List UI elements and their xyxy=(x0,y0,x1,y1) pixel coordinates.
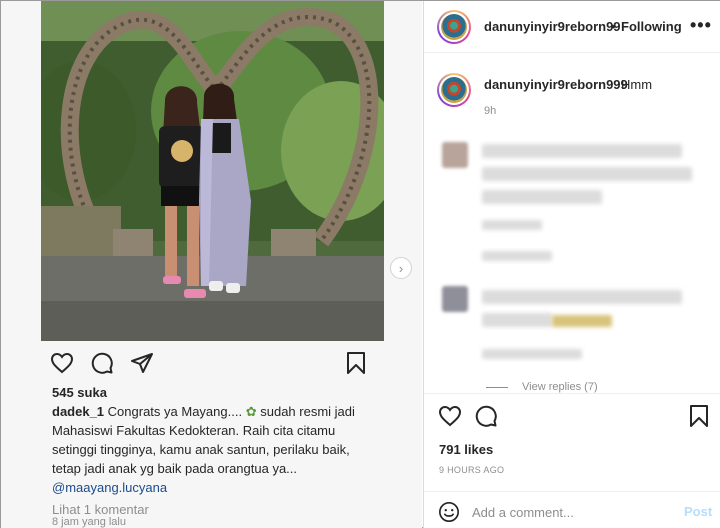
embedded-caption-username: dadek_1 xyxy=(52,404,105,419)
embedded-like-count: 545 suka xyxy=(52,385,107,400)
emoji-icon[interactable] xyxy=(438,501,460,523)
comment-icon xyxy=(89,350,115,376)
blurred-emoji xyxy=(552,315,612,327)
avatar[interactable] xyxy=(437,10,471,44)
view-replies-line xyxy=(486,387,508,388)
caption-avatar-image xyxy=(441,77,467,103)
blurred-meta xyxy=(482,220,542,230)
embedded-post-image: 545 suka dadek_1 Congrats ya Mayang.... … xyxy=(1,1,422,528)
share-icon xyxy=(129,350,155,376)
post-header: danunyinyir9reborn99 • Following ••• xyxy=(424,1,720,53)
caption-username[interactable]: danunyinyir9reborn999 xyxy=(484,77,628,92)
caption-line-2: sudah resmi jadi xyxy=(260,404,355,419)
view-replies-link[interactable]: View replies (7) xyxy=(522,381,598,393)
caption-time: 9h xyxy=(484,105,497,117)
embedded-timestamp: 8 jam yang lalu xyxy=(52,516,126,528)
action-bar xyxy=(424,393,720,435)
comment-icon[interactable] xyxy=(473,403,499,429)
comment-bar: Post xyxy=(424,491,720,528)
comment-input[interactable] xyxy=(472,502,672,522)
following-button[interactable]: Following xyxy=(621,19,682,34)
blurred-text xyxy=(482,290,682,304)
blurred-avatar xyxy=(442,142,468,168)
post-timestamp: 9 HOURS AGO xyxy=(439,465,505,475)
bookmark-icon[interactable] xyxy=(686,403,712,429)
embedded-mention: @maayang.lucyana xyxy=(52,480,168,495)
header-separator: • xyxy=(611,19,616,34)
blurred-text xyxy=(482,167,692,181)
blurred-avatar xyxy=(442,286,468,312)
caption-line-1: Congrats ya Mayang.... xyxy=(107,404,243,419)
post-comment-button[interactable]: Post xyxy=(684,504,712,519)
heart-icon xyxy=(49,350,75,376)
avatar-image xyxy=(441,14,467,40)
bookmark-icon xyxy=(343,350,369,376)
caption-line-3: Mahasiswi Fakultas Kedokteran. Raih cita… xyxy=(52,423,336,438)
embedded-caption: dadek_1 Congrats ya Mayang.... ✿ sudah r… xyxy=(52,402,382,497)
blurred-text xyxy=(482,144,682,158)
blurred-meta xyxy=(482,349,582,359)
flower-emoji: ✿ xyxy=(245,404,257,419)
next-arrow-button[interactable]: › xyxy=(390,257,412,279)
heart-icon[interactable] xyxy=(437,403,463,429)
caption-text: Hmm xyxy=(621,77,653,92)
instagram-post-view: 545 suka dadek_1 Congrats ya Mayang.... … xyxy=(0,0,720,528)
post-photo xyxy=(41,1,384,341)
blurred-meta xyxy=(482,251,552,261)
photo-illustration xyxy=(41,1,384,341)
blurred-text xyxy=(482,313,552,327)
header-username[interactable]: danunyinyir9reborn99 xyxy=(484,19,621,34)
blurred-text xyxy=(482,190,602,204)
caption-line-4: setinggi tingginya, kamu anak santun, pe… xyxy=(52,442,350,457)
like-count[interactable]: 791 likes xyxy=(439,442,493,457)
post-details-panel: danunyinyir9reborn99 • Following ••• dan… xyxy=(423,1,720,528)
more-options-icon[interactable]: ••• xyxy=(690,15,712,36)
embedded-action-bar xyxy=(41,348,384,378)
embedded-post-text: 545 suka dadek_1 Congrats ya Mayang.... … xyxy=(52,383,382,519)
caption-line-5: tetap jadi anak yg baik pada orangtua ya… xyxy=(52,461,298,476)
caption-avatar[interactable] xyxy=(437,73,471,107)
